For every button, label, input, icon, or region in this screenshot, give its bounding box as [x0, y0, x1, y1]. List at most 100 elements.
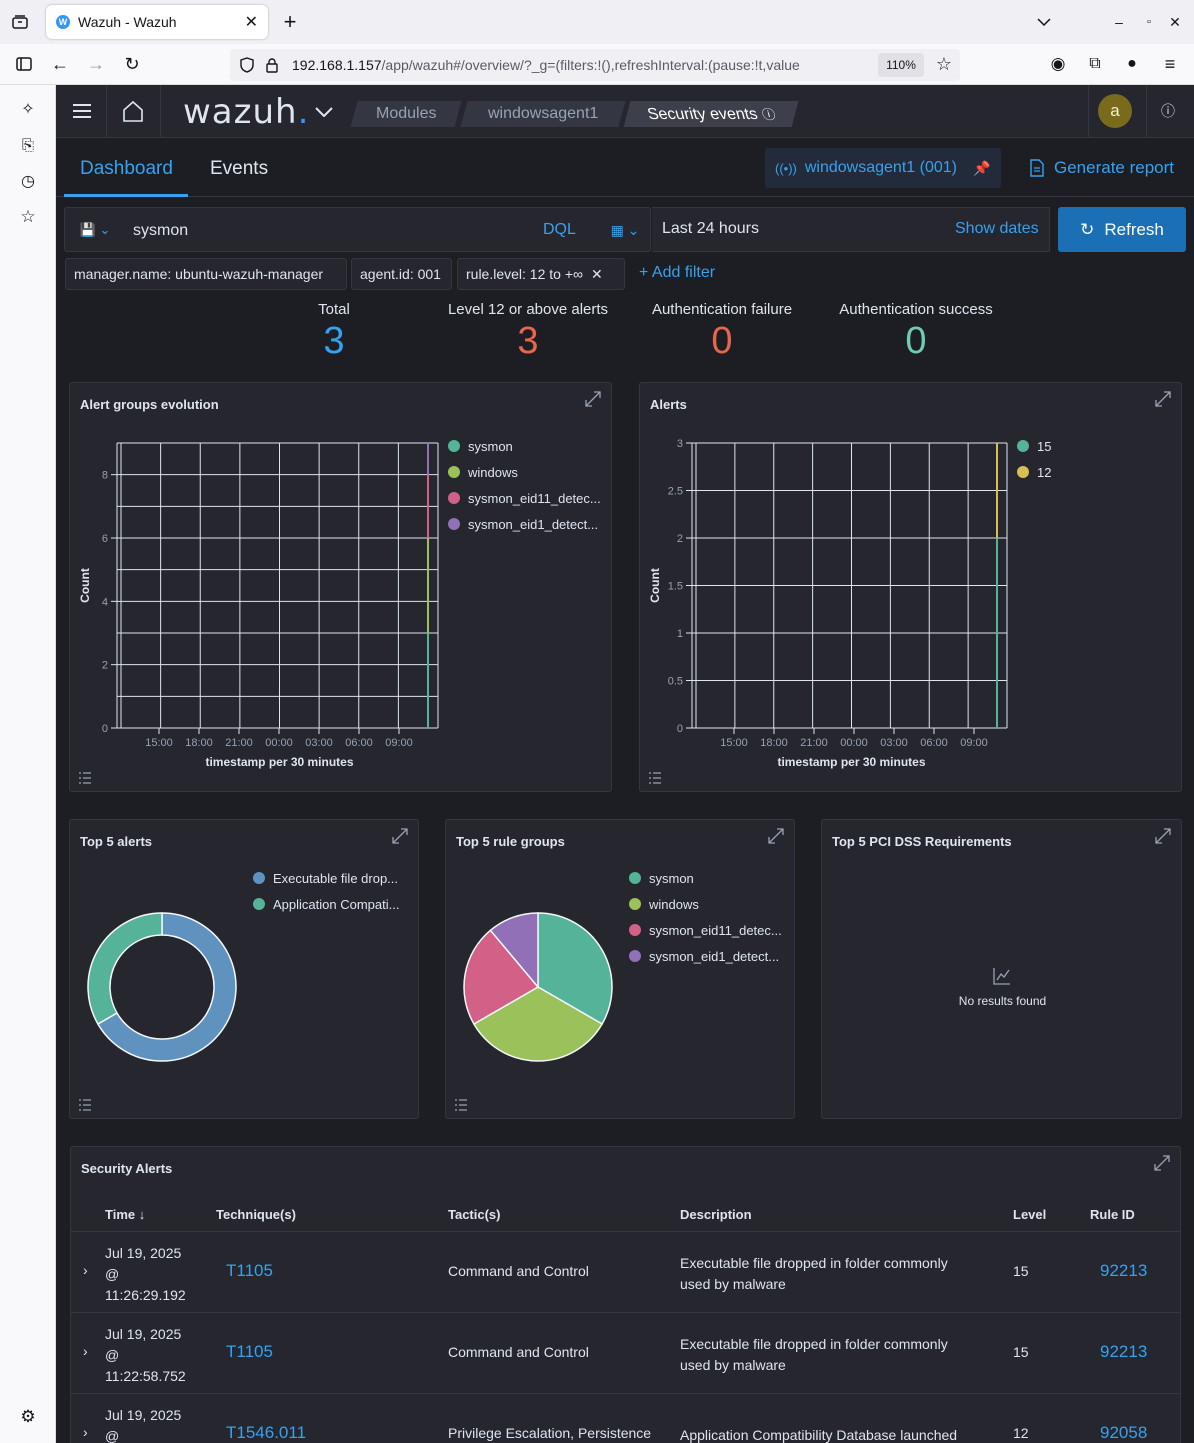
- legend-item[interactable]: sysmon_eid1_detect...: [448, 511, 601, 537]
- technique-link[interactable]: T1105: [226, 1261, 273, 1280]
- expand-row-icon[interactable]: ›: [83, 1262, 88, 1278]
- history-icon[interactable]: ◷: [18, 171, 38, 191]
- home-icon[interactable]: [120, 99, 146, 123]
- time-range[interactable]: Last 24 hours: [662, 220, 759, 238]
- add-filter-button[interactable]: + Add filter: [639, 264, 715, 282]
- stat-label: Authentication success: [839, 301, 993, 318]
- wazuh-logo[interactable]: wazuh.: [183, 92, 309, 132]
- refresh-button[interactable]: ↻ Refresh: [1058, 207, 1186, 252]
- technique-link[interactable]: T1105: [226, 1342, 273, 1361]
- legend-item[interactable]: sysmon_eid11_detec...: [448, 485, 601, 511]
- legend-item[interactable]: 12: [1017, 459, 1051, 485]
- menu-icon[interactable]: ≡: [1160, 54, 1180, 74]
- lock-icon[interactable]: [263, 56, 281, 74]
- panel-alert-groups-evolution: Alert groups evolution 0 2 4 6 8 15:00 18:00 21…: [69, 382, 612, 792]
- legend-item[interactable]: sysmon: [629, 865, 782, 891]
- breadcrumb-agent[interactable]: windowsagent1: [460, 101, 626, 127]
- avatar[interactable]: a: [1098, 94, 1132, 128]
- close-window-icon[interactable]: ✕: [1166, 12, 1184, 32]
- column-header-tactics[interactable]: Tactic(s): [448, 1207, 501, 1222]
- no-results-text: No results found: [958, 994, 1047, 1008]
- remove-filter-icon[interactable]: ✕: [591, 266, 603, 283]
- saved-queries-icon[interactable]: 💾 ⌄: [75, 220, 115, 240]
- zoom-level[interactable]: 110%: [878, 53, 924, 77]
- y-tick-label: 2.5: [668, 486, 683, 498]
- expand-row-icon[interactable]: ›: [83, 1424, 88, 1440]
- tab-events[interactable]: Events: [210, 158, 268, 180]
- rule-id-link[interactable]: 92213: [1100, 1342, 1147, 1361]
- close-tab-icon[interactable]: ✕: [245, 12, 258, 32]
- list-icon[interactable]: [78, 1098, 92, 1112]
- table-row[interactable]: › Jul 19, 2025 @ T1546.011 Privilege Esca…: [71, 1393, 1180, 1443]
- synced-tabs-icon[interactable]: ⎘: [18, 135, 38, 155]
- legend-item[interactable]: sysmon: [448, 433, 601, 459]
- help-icon[interactable]: ⓘ: [1158, 101, 1178, 121]
- breadcrumb-modules[interactable]: Modules: [350, 101, 462, 127]
- reload-icon[interactable]: ↻: [122, 54, 142, 74]
- column-header-time[interactable]: Time ↓: [105, 1207, 145, 1222]
- browser-sidebar: ✧ ⎘ ◷ ☆ ⚙: [0, 85, 56, 1443]
- filter-pill[interactable]: agent.id: 001: [351, 258, 452, 290]
- chevron-down-icon[interactable]: [1034, 12, 1054, 32]
- date-picker[interactable]: Last 24 hours Show dates: [652, 207, 1050, 252]
- forward-icon[interactable]: →: [86, 54, 106, 74]
- ai-sparkle-icon[interactable]: ✧: [18, 99, 38, 119]
- show-dates-link[interactable]: Show dates: [955, 220, 1039, 238]
- technique-link[interactable]: T1546.011: [226, 1423, 306, 1442]
- table-row[interactable]: › Jul 19, 2025 @11:22:58.752 T1105 Comman…: [71, 1312, 1180, 1393]
- expand-icon[interactable]: [1155, 828, 1171, 844]
- new-tab-icon[interactable]: +: [280, 9, 300, 34]
- calendar-icon[interactable]: ▦ ⌄: [605, 220, 645, 240]
- generate-report-button[interactable]: Generate report: [1030, 158, 1174, 178]
- back-icon[interactable]: ←: [50, 54, 70, 74]
- filter-pill[interactable]: manager.name: ubuntu-wazuh-manager: [65, 258, 347, 290]
- divider: [160, 85, 161, 138]
- chart-legend: sysmon windows sysmon_eid11_detec... sys…: [629, 865, 782, 969]
- security-alerts-table: Security Alerts Time ↓ Technique(s) Tact…: [70, 1146, 1181, 1443]
- stat-auth-success: Authentication success 0: [816, 301, 1016, 360]
- legend-item[interactable]: windows: [629, 891, 782, 917]
- expand-row-icon[interactable]: ›: [83, 1343, 88, 1359]
- list-icon[interactable]: [78, 771, 92, 785]
- bookmarks-icon[interactable]: ☆: [18, 207, 38, 227]
- legend-item[interactable]: windows: [448, 459, 601, 485]
- rule-id-link[interactable]: 92213: [1100, 1261, 1147, 1280]
- x-tick-label: 21:00: [800, 737, 828, 749]
- shield-icon[interactable]: [238, 56, 256, 74]
- legend-item[interactable]: sysmon_eid1_detect...: [629, 943, 782, 969]
- url-bar[interactable]: 192.168.1.157/app/wazuh#/overview/?_g=(f…: [230, 49, 960, 81]
- chevron-down-icon[interactable]: [313, 101, 335, 123]
- table-row[interactable]: › Jul 19, 2025 @11:26:29.192 T1105 Comman…: [71, 1231, 1180, 1312]
- column-header-description[interactable]: Description: [680, 1207, 752, 1222]
- legend-item[interactable]: sysmon_eid11_detec...: [629, 917, 782, 943]
- dql-toggle[interactable]: DQL: [543, 221, 576, 239]
- browser-tab[interactable]: W Wazuh - Wazuh ✕: [46, 5, 268, 39]
- minimize-icon[interactable]: –: [1110, 12, 1128, 32]
- tab-list-icon[interactable]: [10, 12, 30, 32]
- bookmark-star-icon[interactable]: ☆: [934, 54, 954, 74]
- expand-icon[interactable]: [1154, 1155, 1170, 1171]
- list-icon[interactable]: [648, 771, 662, 785]
- antenna-icon: ((•)): [775, 160, 797, 176]
- list-icon[interactable]: [454, 1098, 468, 1112]
- extensions-icon[interactable]: ⧉: [1085, 54, 1105, 74]
- rule-id-link[interactable]: 92058: [1100, 1423, 1147, 1442]
- tab-dashboard[interactable]: Dashboard: [80, 158, 173, 180]
- agent-badge[interactable]: ((•)) windowsagent1 (001) 📌: [765, 148, 1001, 188]
- x-tick-label: 18:00: [760, 737, 788, 749]
- account-icon[interactable]: ◉: [1048, 54, 1068, 74]
- extension-icon[interactable]: ●: [1122, 54, 1142, 74]
- column-header-techniques[interactable]: Technique(s): [216, 1207, 296, 1222]
- restore-icon[interactable]: ▫: [1140, 12, 1158, 32]
- legend-item[interactable]: 15: [1017, 433, 1051, 459]
- search-input[interactable]: sysmon: [133, 222, 188, 240]
- column-header-level[interactable]: Level: [1013, 1207, 1046, 1222]
- legend-item[interactable]: Executable file drop...: [253, 865, 399, 891]
- url-path: /app/wazuh#/overview/?_g=(filters:!(),re…: [381, 57, 800, 73]
- hamburger-menu-icon[interactable]: [72, 101, 92, 121]
- legend-item[interactable]: Application Compati...: [253, 891, 399, 917]
- filter-pill[interactable]: rule.level: 12 to +∞ ✕: [457, 258, 625, 290]
- sidebar-toggle-icon[interactable]: [14, 54, 34, 74]
- settings-gear-icon[interactable]: ⚙: [18, 1407, 38, 1427]
- column-header-rule-id[interactable]: Rule ID: [1090, 1207, 1135, 1222]
